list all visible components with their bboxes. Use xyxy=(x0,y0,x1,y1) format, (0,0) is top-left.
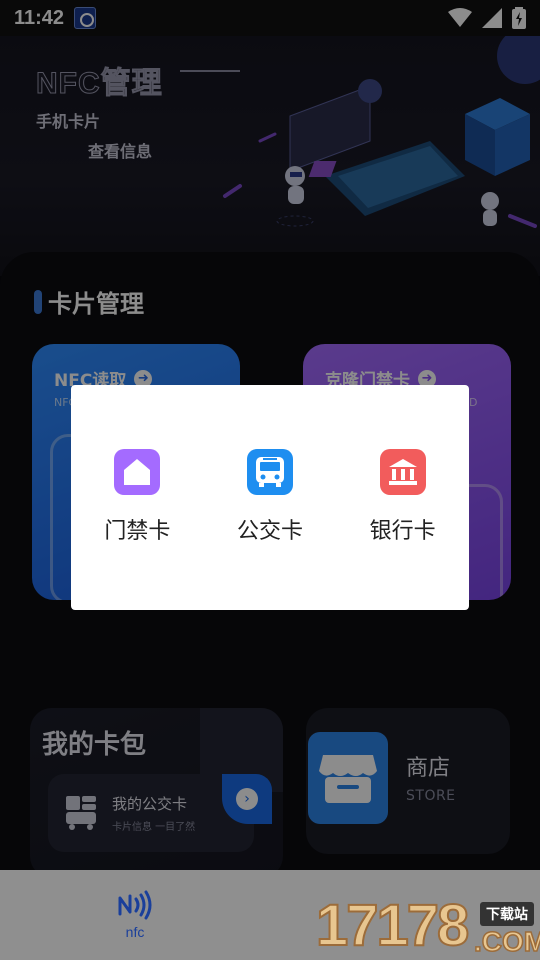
access-card-option[interactable]: 门禁卡 xyxy=(82,449,192,545)
watermark-number: 17178 xyxy=(315,892,470,959)
card-type-dialog: 门禁卡 公交卡 银行卡 xyxy=(71,385,469,610)
watermark-badge: 下载站 xyxy=(480,902,534,926)
bank-card-option-label: 银行卡 xyxy=(369,519,436,544)
watermark-suffix: .COM xyxy=(473,925,540,958)
bank-card-option[interactable]: 银行卡 xyxy=(348,449,458,545)
nav-item-nfc-label: nfc xyxy=(125,924,145,940)
nav-item-nfc[interactable]: nfc xyxy=(100,890,170,940)
bus-card-option[interactable]: 公交卡 xyxy=(215,449,325,545)
bank-icon xyxy=(379,449,426,495)
nfc-icon xyxy=(118,890,152,920)
bus-card-option-label: 公交卡 xyxy=(236,519,303,544)
bus-icon xyxy=(246,449,293,495)
home-icon xyxy=(114,449,161,495)
site-watermark: 17178 下载站 .COM xyxy=(315,878,540,960)
access-card-option-label: 门禁卡 xyxy=(104,519,171,544)
